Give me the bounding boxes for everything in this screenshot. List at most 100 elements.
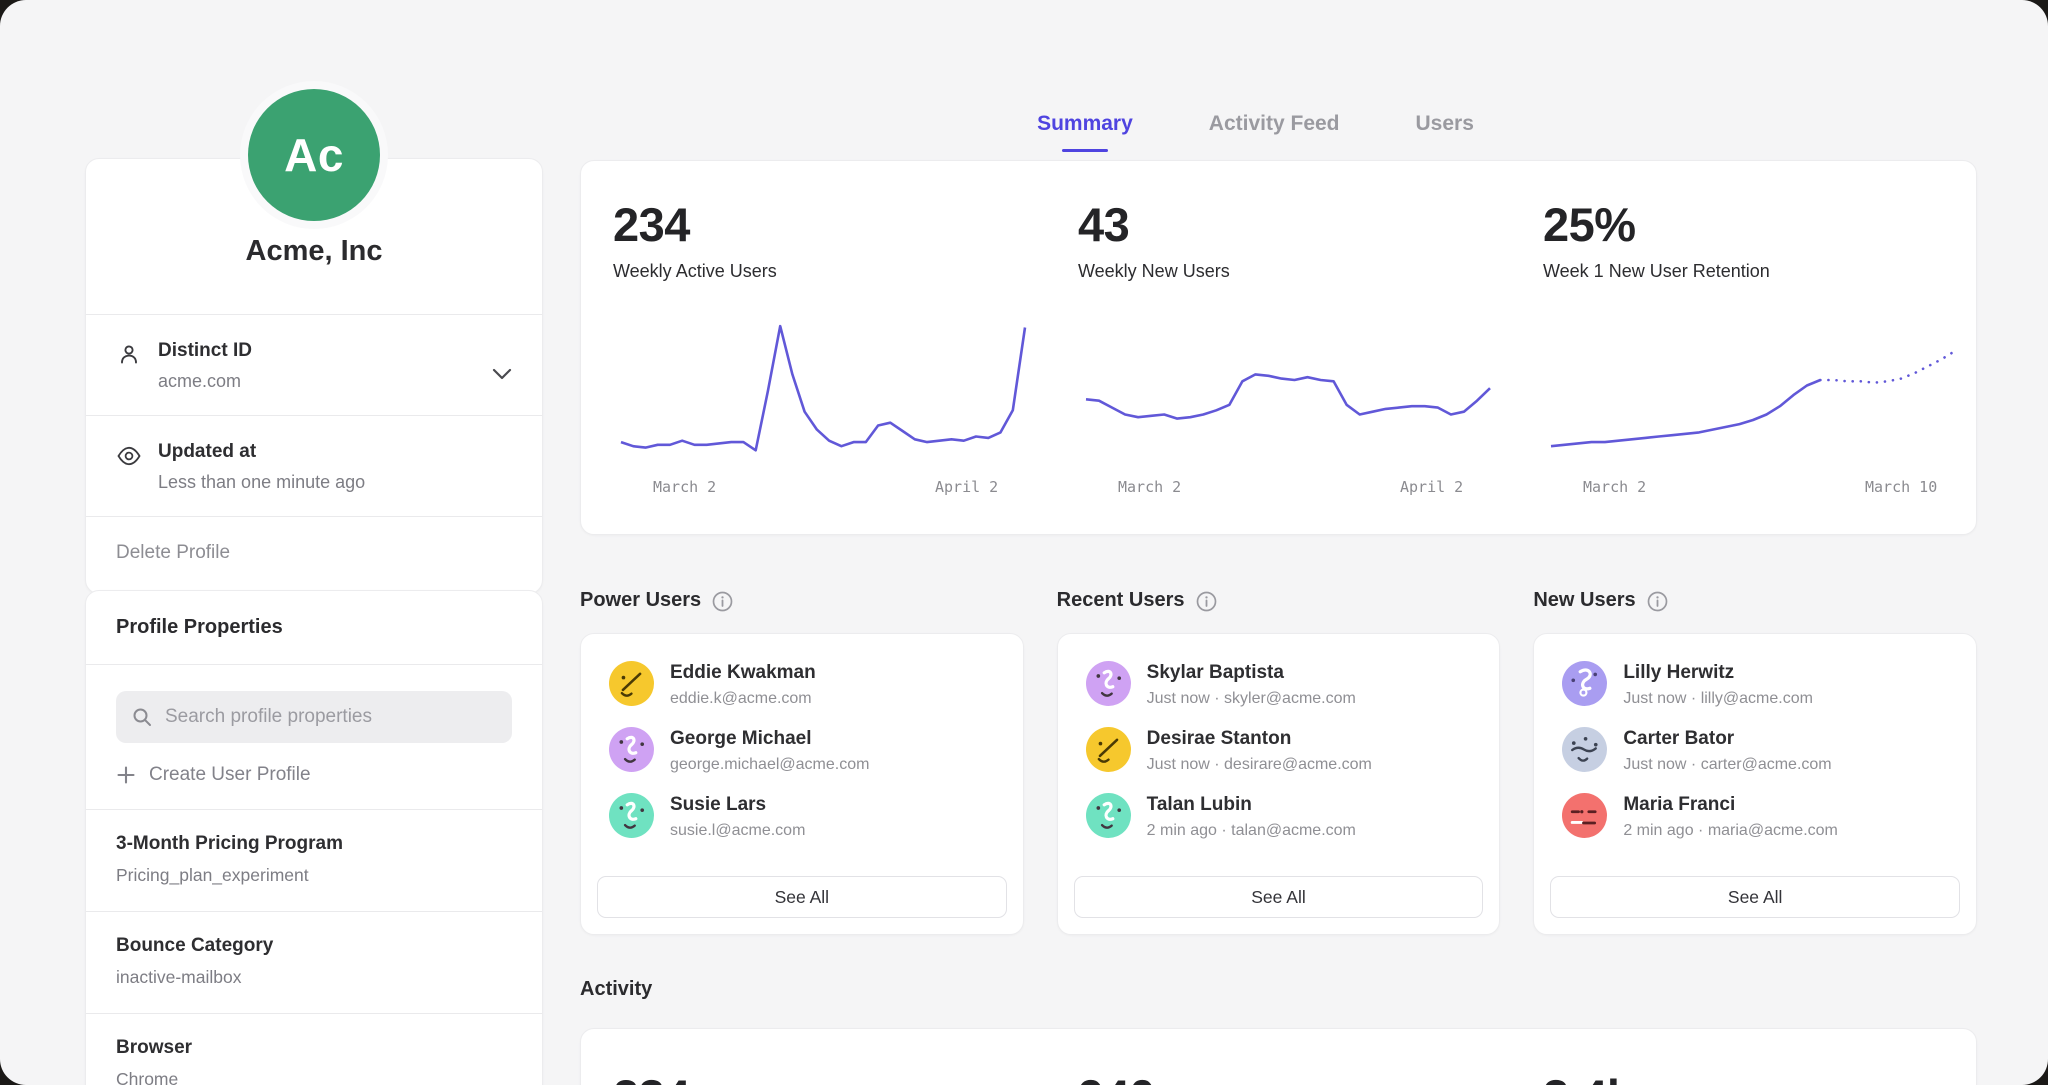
user-row[interactable]: Carter Bator Just now · carter@acme.com [1534, 727, 1976, 793]
property-value: Chrome [116, 1069, 512, 1085]
section-title: Recent Users [1057, 589, 1185, 612]
field-text: Updated at Less than one minute ago [158, 441, 365, 493]
user-subtitle: Just now · desirare@acme.com [1147, 756, 1372, 774]
section-header: New Users [1533, 583, 1977, 617]
stat-label: Weekly New Users [1078, 261, 1511, 282]
x-axis-ticks: March 2 April 2 [1078, 478, 1511, 498]
activity-stat-value: 234 [613, 1069, 1046, 1085]
user-name: Desirae Stanton [1147, 728, 1372, 750]
activity-stat: 3.4k [1511, 1029, 1976, 1085]
field-distinct-id: Distinct ID acme.com [86, 315, 542, 415]
user-row[interactable]: Desirae Stanton Just now · desirare@acme… [1058, 727, 1500, 793]
user-name: Maria Franci [1623, 794, 1838, 816]
user-avatar [1086, 793, 1131, 838]
property-name: 3-Month Pricing Program [116, 833, 512, 855]
tab-bar: Summary Activity Feed Users [534, 112, 1977, 152]
user-sections: Power Users Eddie Kwakman eddie.k@acme.c… [580, 583, 1977, 935]
info-icon[interactable] [712, 591, 733, 612]
tab-label: Activity Feed [1209, 112, 1340, 135]
x-axis-ticks: March 2 April 2 [613, 478, 1046, 498]
chevron-down-icon[interactable] [492, 367, 512, 379]
power-users-card: Eddie Kwakman eddie.k@acme.com George Mi… [580, 633, 1024, 935]
power-users-section: Power Users Eddie Kwakman eddie.k@acme.c… [580, 583, 1024, 935]
tab-users[interactable]: Users [1416, 112, 1474, 152]
user-name: Skylar Baptista [1147, 662, 1356, 684]
user-row[interactable]: George Michael george.michael@acme.com [581, 727, 1023, 793]
tab-activity-feed[interactable]: Activity Feed [1209, 112, 1340, 152]
new-users-card: Lilly Herwitz Just now · lilly@acme.com … [1533, 633, 1977, 935]
tab-summary[interactable]: Summary [1037, 112, 1133, 152]
property-row[interactable]: Browser Chrome [86, 1014, 542, 1085]
see-all-button[interactable]: See All [1550, 876, 1960, 918]
field-value: Less than one minute ago [158, 472, 365, 493]
x-tick: March 2 [1118, 478, 1181, 496]
main-content: Summary Activity Feed Users 234 Weekly A… [580, 0, 1977, 1085]
user-row[interactable]: Maria Franci 2 min ago · maria@acme.com [1534, 793, 1976, 859]
activity-stat: 940 [1046, 1029, 1511, 1085]
stat-value: 43 [1078, 197, 1511, 252]
user-avatar [1086, 727, 1131, 772]
field-label: Updated at [158, 441, 365, 463]
section-header: Recent Users [1057, 583, 1501, 617]
user-row[interactable]: Skylar Baptista Just now · skyler@acme.c… [1058, 661, 1500, 727]
company-avatar: Ac [248, 89, 380, 221]
recent-users-card: Skylar Baptista Just now · skyler@acme.c… [1057, 633, 1501, 935]
activity-stat-value: 940 [1078, 1069, 1511, 1085]
property-row[interactable]: 3-Month Pricing Program Pricing_plan_exp… [86, 810, 542, 911]
summary-stats-card: 234 Weekly Active Users March 2 April 2 … [580, 160, 1977, 535]
stat-value: 234 [613, 197, 1046, 252]
x-axis-ticks: March 2 March 10 [1543, 478, 1976, 498]
new-users-section: New Users Lilly Herwitz Just now · lilly… [1533, 583, 1977, 935]
user-name: Susie Lars [670, 794, 805, 816]
user-subtitle: Just now · lilly@acme.com [1623, 690, 1813, 708]
search-profile-properties-input[interactable] [163, 705, 497, 729]
see-all-button[interactable]: See All [1074, 876, 1484, 918]
user-name: Talan Lubin [1147, 794, 1356, 816]
user-subtitle: Just now · carter@acme.com [1623, 756, 1831, 774]
user-row[interactable]: Lilly Herwitz Just now · lilly@acme.com [1534, 661, 1976, 727]
user-name: George Michael [670, 728, 869, 750]
x-tick: April 2 [935, 478, 998, 496]
property-value: Pricing_plan_experiment [116, 865, 512, 886]
activity-stat-value: 3.4k [1543, 1069, 1976, 1085]
activity-title: Activity [580, 978, 652, 1001]
user-row[interactable]: Eddie Kwakman eddie.k@acme.com [581, 661, 1023, 727]
user-subtitle: susie.l@acme.com [670, 822, 805, 840]
user-avatar [1562, 793, 1607, 838]
stat-value: 25% [1543, 197, 1976, 252]
property-row[interactable]: Bounce Category inactive-mailbox [86, 912, 542, 1013]
user-row[interactable]: Talan Lubin 2 min ago · talan@acme.com [1058, 793, 1500, 859]
user-row[interactable]: Susie Lars susie.l@acme.com [581, 793, 1023, 859]
field-value: acme.com [158, 371, 252, 392]
field-updated-at: Updated at Less than one minute ago [86, 416, 542, 516]
retention-chart [1543, 302, 1963, 470]
search-box[interactable] [116, 691, 512, 743]
x-tick: March 2 [1583, 478, 1646, 496]
stat-week1-retention: 25% Week 1 New User Retention March 2 Ma… [1511, 161, 1976, 534]
user-subtitle: 2 min ago · talan@acme.com [1147, 822, 1356, 840]
stat-label: Weekly Active Users [613, 261, 1046, 282]
property-name: Bounce Category [116, 935, 512, 957]
tab-label: Summary [1037, 112, 1133, 135]
stat-weekly-new-users: 43 Weekly New Users March 2 April 2 [1046, 161, 1511, 534]
user-avatar [609, 661, 654, 706]
profile-properties-card: Profile Properties Create User Profile 3… [85, 590, 543, 1085]
info-icon[interactable] [1196, 591, 1217, 612]
plus-icon [116, 765, 136, 785]
x-tick: March 10 [1865, 478, 1937, 496]
field-text: Distinct ID acme.com [158, 340, 252, 392]
delete-profile-button[interactable]: Delete Profile [86, 517, 542, 593]
section-title: Power Users [580, 589, 701, 612]
recent-users-section: Recent Users Skylar Baptista Just now · … [1057, 583, 1501, 935]
create-user-profile-button[interactable]: Create User Profile [116, 764, 512, 786]
person-icon [116, 342, 142, 368]
company-avatar-initials: Ac [284, 128, 344, 182]
eye-icon [116, 443, 142, 469]
profile-properties-title: Profile Properties [86, 591, 542, 664]
activity-stat: 234 [581, 1029, 1046, 1085]
user-subtitle: george.michael@acme.com [670, 756, 869, 774]
info-icon[interactable] [1647, 591, 1668, 612]
see-all-button[interactable]: See All [597, 876, 1007, 918]
user-name: Eddie Kwakman [670, 662, 816, 684]
stat-weekly-active-users: 234 Weekly Active Users March 2 April 2 [581, 161, 1046, 534]
